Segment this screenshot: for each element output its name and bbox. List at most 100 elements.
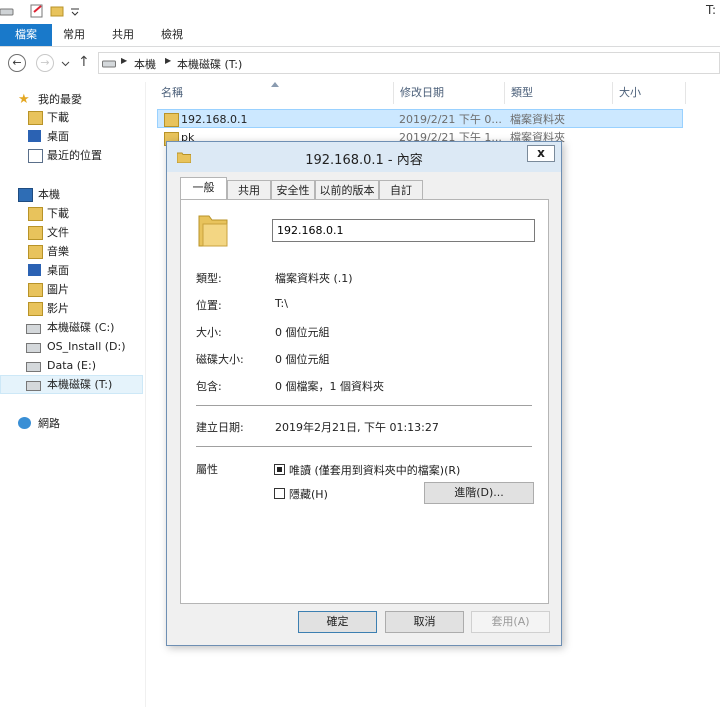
nav-item-label: 本機磁碟 (T:)	[47, 378, 113, 391]
close-icon: x	[537, 146, 545, 160]
tab-sharing[interactable]: 共用	[227, 180, 271, 199]
nav-item-videos[interactable]: 影片	[0, 299, 143, 318]
attributes-label: 屬性	[196, 463, 218, 476]
nav-item-drive-c[interactable]: 本機磁碟 (C:)	[0, 318, 143, 337]
location-value: T:\	[275, 297, 288, 310]
desktop-icon	[28, 130, 41, 142]
recent-places-icon	[28, 149, 43, 163]
tab-view[interactable]: 檢視	[150, 24, 194, 46]
column-header-type[interactable]: 類型	[505, 82, 613, 104]
readonly-label[interactable]: 唯讀 (僅套用到資料夾中的檔案)(R)	[289, 462, 460, 478]
nav-item-label: 音樂	[47, 245, 69, 258]
size-label: 大小:	[196, 326, 222, 339]
tab-previous-versions[interactable]: 以前的版本	[315, 180, 379, 199]
dialog-titlebar[interactable]: 192.168.0.1 - 內容 x	[167, 142, 561, 172]
nav-item-recent[interactable]: 最近的位置	[0, 146, 143, 165]
forward-arrow-icon: →	[40, 56, 50, 69]
navigation-bar: ← → ↑ ▶ 本機 ▶ 本機磁碟 (T:)	[0, 47, 720, 80]
drive-icon	[26, 362, 41, 372]
column-header-size[interactable]: 大小	[613, 82, 686, 104]
type-label: 類型:	[196, 272, 222, 285]
nav-item-label: 影片	[47, 302, 69, 315]
tab-home[interactable]: 常用	[52, 24, 96, 46]
nav-item-downloads[interactable]: 下載	[0, 204, 143, 223]
tab-file[interactable]: 檔案	[0, 24, 52, 46]
tab-security[interactable]: 安全性	[271, 180, 315, 199]
nav-item-drive-e[interactable]: Data (E:)	[0, 356, 143, 375]
created-value: 2019年2月21日, 下午 01:13:27	[275, 421, 439, 434]
nav-network-label: 網路	[38, 417, 60, 430]
hidden-checkbox[interactable]	[274, 488, 285, 499]
readonly-checkbox[interactable]	[274, 464, 285, 475]
properties-icon[interactable]	[30, 4, 44, 18]
nav-item-label: 下載	[47, 111, 69, 124]
nav-item-label: 桌面	[47, 264, 69, 277]
file-date: 2019/2/21 下午 0...	[399, 113, 502, 126]
properties-dialog: 192.168.0.1 - 內容 x 一般 共用 安全性 以前的版本 自訂 類型…	[166, 141, 562, 646]
dialog-title: 192.168.0.1 - 內容	[305, 153, 423, 168]
breadcrumb-drive-t[interactable]: 本機磁碟 (T:)	[177, 56, 242, 72]
nav-favorites-label: 我的最愛	[38, 93, 82, 106]
nav-item-desktop-fav[interactable]: 桌面	[0, 127, 143, 146]
drive-icon	[26, 381, 41, 391]
drive-icon	[0, 8, 14, 16]
tab-general[interactable]: 一般	[180, 177, 227, 200]
nav-item-drive-d[interactable]: OS_Install (D:)	[0, 337, 143, 356]
breadcrumb-separator-icon: ▶	[121, 56, 128, 65]
nav-favorites[interactable]: ★ 我的最愛	[0, 90, 143, 109]
nav-item-label: 下載	[47, 207, 69, 220]
computer-drive-icon	[102, 60, 116, 68]
window-titlebar: T:	[0, 0, 720, 24]
contains-label: 包含:	[196, 380, 222, 393]
forward-button[interactable]: →	[36, 54, 54, 72]
apply-button[interactable]: 套用(A)	[471, 611, 550, 633]
nav-item-label: 文件	[47, 226, 69, 239]
breadcrumb-this-pc[interactable]: 本機	[134, 56, 156, 72]
size-value: 0 個位元組	[275, 326, 330, 339]
folder-name-input[interactable]	[272, 219, 535, 242]
nav-item-label: OS_Install (D:)	[47, 340, 126, 353]
tab-customize[interactable]: 自訂	[379, 180, 423, 199]
nav-item-documents[interactable]: 文件	[0, 223, 143, 242]
nav-item-pictures[interactable]: 圖片	[0, 280, 143, 299]
back-arrow-icon: ←	[12, 56, 22, 69]
new-folder-icon[interactable]	[50, 4, 64, 18]
tab-share[interactable]: 共用	[100, 24, 146, 46]
nav-item-music[interactable]: 音樂	[0, 242, 143, 261]
nav-item-label: 圖片	[47, 283, 69, 296]
file-type: 檔案資料夾	[510, 113, 565, 126]
nav-item-label: 本機磁碟 (C:)	[47, 321, 115, 334]
created-label: 建立日期:	[196, 421, 244, 434]
nav-item-label: 桌面	[47, 130, 69, 143]
column-header-name[interactable]: 名稱	[155, 82, 394, 104]
nav-item-downloads-fav[interactable]: 下載	[0, 108, 143, 127]
nav-item-drive-t[interactable]: 本機磁碟 (T:)	[0, 375, 143, 394]
type-value: 檔案資料夾 (.1)	[275, 272, 353, 285]
qa-dropdown-icon[interactable]	[68, 4, 82, 18]
general-tab-panel: 類型: 檔案資料夾 (.1) 位置: T:\ 大小: 0 個位元組 磁碟大小: …	[180, 199, 549, 604]
nav-item-desktop[interactable]: 桌面	[0, 261, 143, 280]
folder-icon	[164, 113, 179, 127]
back-button[interactable]: ←	[8, 54, 26, 72]
videos-folder-icon	[28, 302, 43, 316]
ok-button[interactable]: 確定	[298, 611, 377, 633]
advanced-button[interactable]: 進階(D)...	[424, 482, 534, 504]
recent-locations-chevron-icon[interactable]	[61, 59, 70, 68]
column-headers: 名稱 修改日期 類型 大小	[155, 82, 686, 104]
nav-this-pc[interactable]: 本機	[0, 185, 143, 204]
file-row[interactable]: 192.168.0.1 2019/2/21 下午 0... 檔案資料夾	[157, 109, 683, 128]
up-arrow-icon[interactable]: ↑	[78, 54, 90, 70]
close-button[interactable]: x	[527, 145, 555, 162]
star-icon: ★	[18, 92, 30, 107]
window-title: T:	[706, 3, 717, 17]
address-bar[interactable]: ▶ 本機 ▶ 本機磁碟 (T:)	[98, 52, 720, 74]
nav-network[interactable]: 網路	[0, 414, 143, 433]
navigation-pane: ★ 我的最愛 下載 桌面 最近的位置 本機 下載 文件 音樂 桌面 圖片 影片	[0, 82, 146, 707]
cancel-button[interactable]: 取消	[385, 611, 464, 633]
separator	[196, 405, 532, 406]
downloads-folder-icon	[28, 111, 43, 125]
column-header-date[interactable]: 修改日期	[394, 82, 505, 104]
ribbon-tabs: 檔案 常用 共用 檢視	[0, 24, 720, 47]
computer-icon	[18, 188, 33, 202]
hidden-label[interactable]: 隱藏(H)	[289, 486, 328, 502]
